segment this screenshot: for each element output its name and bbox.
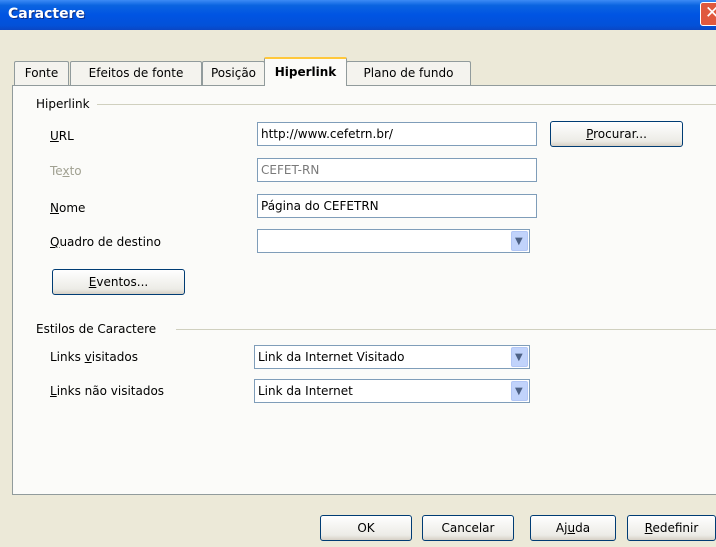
close-icon: ✕ xyxy=(705,3,716,23)
group-separator xyxy=(97,104,716,105)
tab-efeitos-de-fonte[interactable]: Efeitos de fonte xyxy=(70,61,202,85)
text-input[interactable]: CEFET-RN xyxy=(257,158,537,182)
chevron-down-icon: ▼ xyxy=(515,352,523,363)
tab-fonte[interactable]: Fonte xyxy=(14,61,69,85)
tab-label: Hiperlink xyxy=(274,65,337,79)
visited-links-value: Link da Internet Visitado xyxy=(258,350,405,364)
chevron-down-icon: ▼ xyxy=(515,386,523,397)
title-bar[interactable]: Caractere ✕ xyxy=(0,0,716,30)
cancel-button[interactable]: Cancelar xyxy=(422,515,514,541)
group-separator xyxy=(176,329,716,330)
dropdown-button[interactable]: ▼ xyxy=(511,231,528,251)
tab-posicao[interactable]: Posição xyxy=(202,61,265,85)
name-label: Nome xyxy=(50,201,86,215)
character-dialog: Caractere ✕ Fonte Efeitos de fonte Posiç… xyxy=(0,0,716,547)
dropdown-button[interactable]: ▼ xyxy=(511,347,528,367)
target-frame-label: Quadro de destino xyxy=(50,235,161,249)
close-button[interactable]: ✕ xyxy=(700,2,716,26)
tab-label: Fonte xyxy=(24,66,59,80)
text-label: Texto xyxy=(50,164,82,178)
chevron-down-icon: ▼ xyxy=(515,236,523,247)
browse-button[interactable]: Procurar... xyxy=(550,121,683,147)
unvisited-links-value: Link da Internet xyxy=(258,384,353,398)
dropdown-button[interactable]: ▼ xyxy=(511,381,528,401)
tab-label: Plano de fundo xyxy=(363,66,454,80)
hyperlink-group-label: Hiperlink xyxy=(36,97,90,111)
window-title: Caractere xyxy=(8,6,85,22)
url-input[interactable]: http://www.cefetrn.br/ xyxy=(257,122,537,146)
url-label: URL xyxy=(50,129,74,143)
unvisited-links-label: Links não visitados xyxy=(50,384,165,398)
ok-button[interactable]: OK xyxy=(320,515,412,541)
events-button[interactable]: Eventos... xyxy=(52,269,185,295)
name-input[interactable]: Página do CEFETRN xyxy=(257,194,537,218)
visited-links-label: Links visitados xyxy=(50,350,138,364)
target-frame-select[interactable]: ▼ xyxy=(257,229,530,253)
tab-hiperlink[interactable]: Hiperlink xyxy=(264,57,347,86)
help-button[interactable]: Ajuda xyxy=(530,515,616,541)
tab-label: Posição xyxy=(210,66,257,80)
tab-plano-de-fundo[interactable]: Plano de fundo xyxy=(346,61,471,85)
reset-button[interactable]: Redefinir xyxy=(627,515,716,541)
unvisited-links-select[interactable]: Link da Internet ▼ xyxy=(254,379,530,403)
tab-label: Efeitos de fonte xyxy=(88,66,184,80)
visited-links-select[interactable]: Link da Internet Visitado ▼ xyxy=(254,345,530,369)
character-styles-group-label: Estilos de Caractere xyxy=(36,322,157,336)
